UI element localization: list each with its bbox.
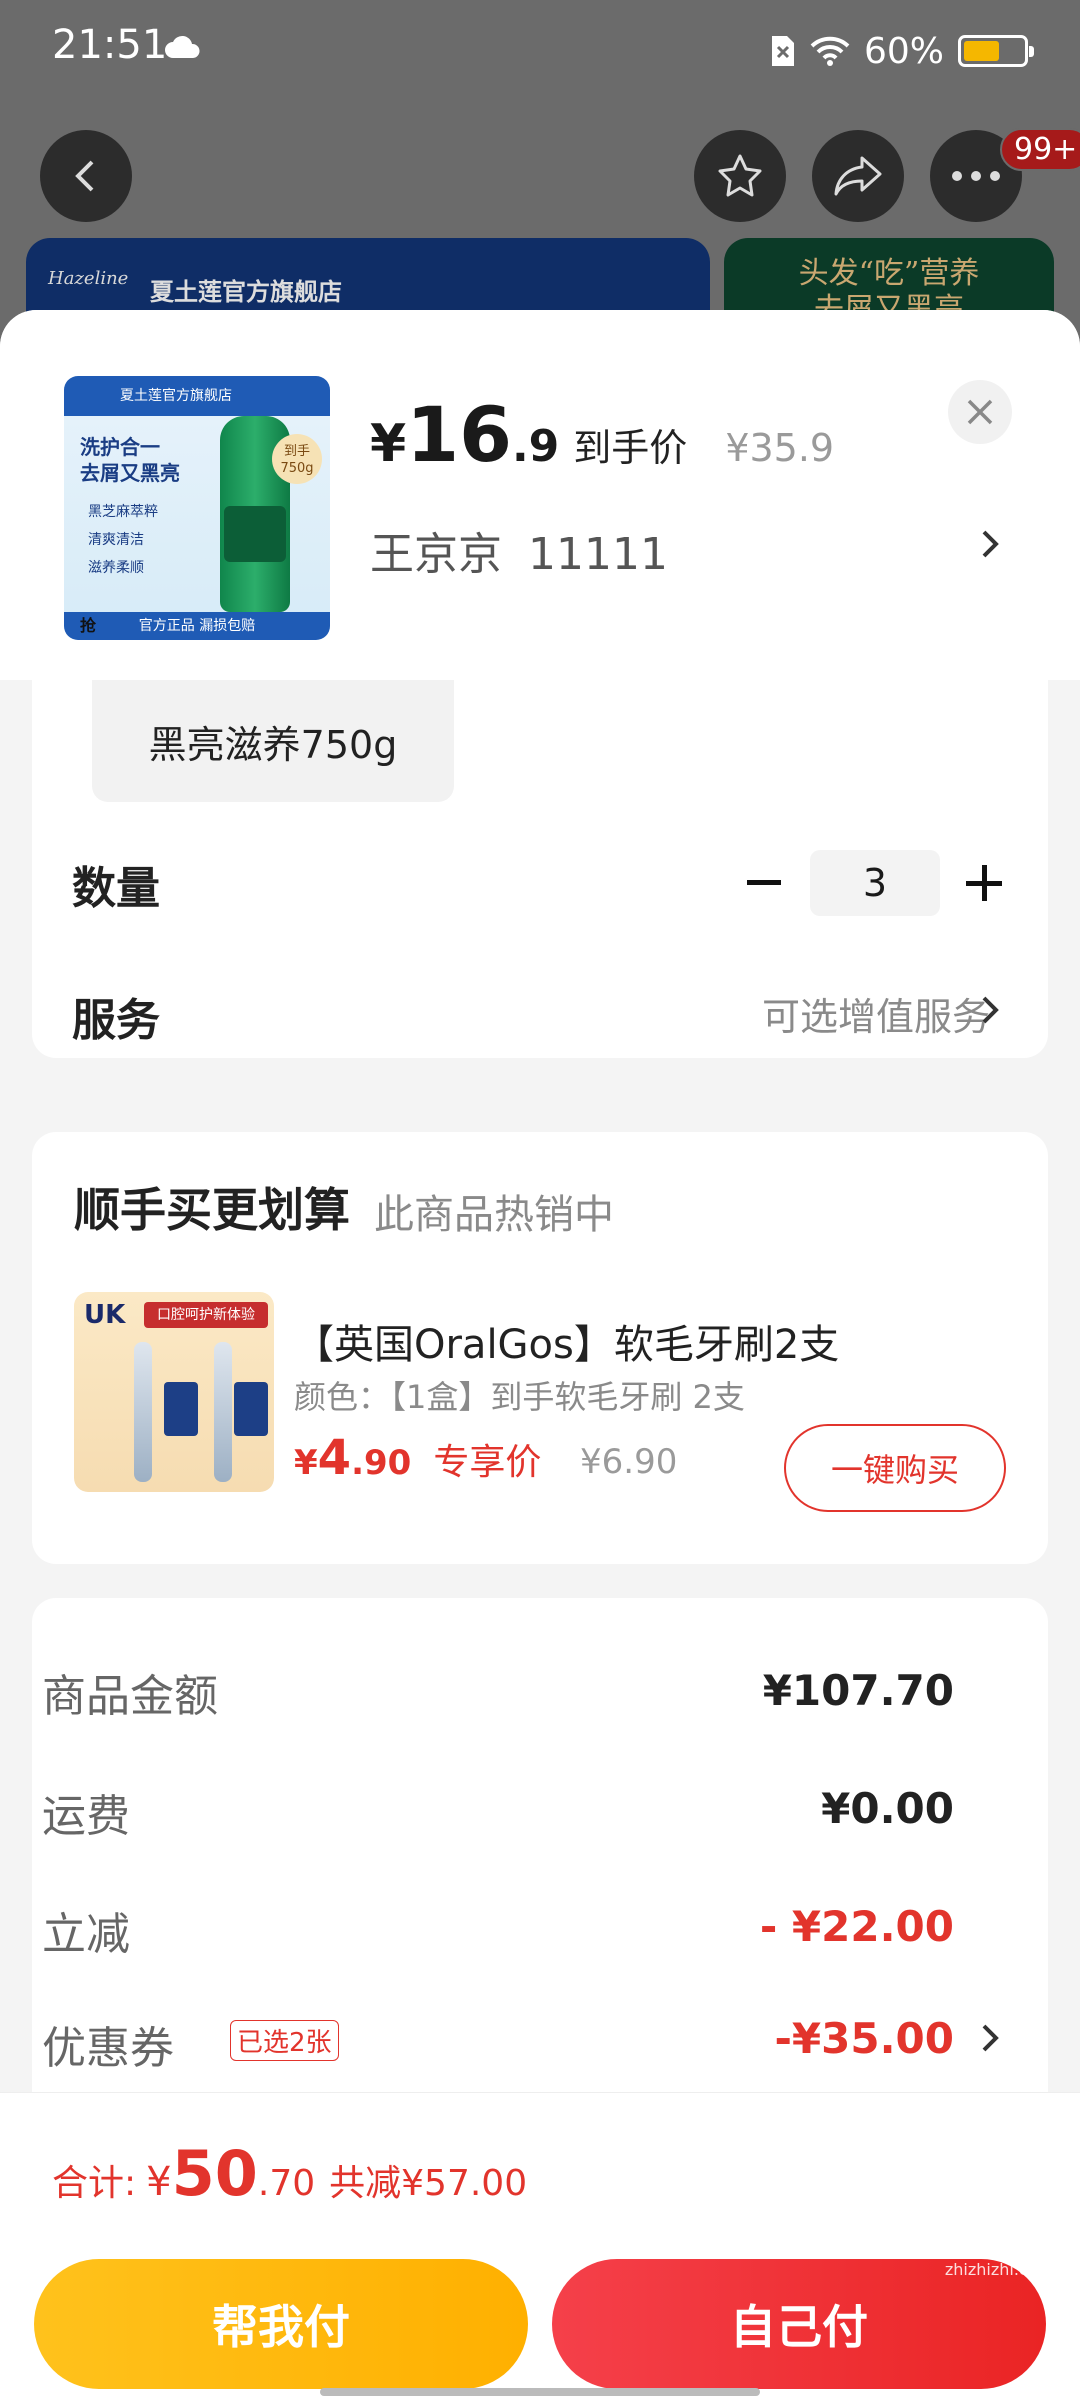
- thumb-shop: 夏土莲官方旗舰店: [64, 376, 330, 416]
- total-symbol: ¥: [146, 2159, 172, 2205]
- quantity-decrease-button[interactable]: [734, 853, 794, 913]
- toothbrush-shape: [134, 1342, 152, 1482]
- thumb-feature: 黑芝麻萃粹: [88, 504, 158, 520]
- battery-percent: 60%: [863, 30, 944, 72]
- image-banner: 口腔呵护新体验: [144, 1302, 268, 1328]
- upsell-price-integer: 4: [317, 1430, 352, 1486]
- back-button[interactable]: [40, 130, 132, 222]
- thumb-headline: 洗护合一 去屑又黑亮: [80, 435, 180, 485]
- toothbrush-shape: [214, 1342, 232, 1482]
- total-label: 合计:: [52, 2163, 137, 2204]
- home-indicator[interactable]: [320, 2388, 760, 2396]
- upsell-price-tag: 专享价: [433, 1442, 542, 1483]
- watermark-text: 值值值: [930, 2209, 1068, 2263]
- price-decimal: .9: [511, 421, 560, 472]
- share-button[interactable]: [812, 130, 904, 222]
- summary-value: ¥0.00: [821, 1784, 954, 1833]
- quantity-stepper[interactable]: 3: [810, 850, 940, 916]
- help-me-pay-button[interactable]: 帮我付: [34, 2259, 528, 2389]
- battery-icon: [958, 35, 1034, 67]
- one-click-buy-button[interactable]: 一键购买: [784, 1424, 1006, 1512]
- summary-label: 立减: [42, 1909, 130, 1960]
- upsell-card: 顺手买更划算 此商品热销中 UK 口腔呵护新体验 【英国OralGos】软毛牙刷…: [32, 1132, 1048, 1564]
- variant-option[interactable]: 黑亮滋养750g: [92, 680, 454, 802]
- total-decimal: .70: [257, 2163, 316, 2204]
- price-integer: 16: [406, 390, 512, 479]
- toothbrush-image[interactable]: UK 口腔呵护新体验: [74, 1292, 274, 1492]
- status-bar: 21:51 60%: [0, 0, 1080, 100]
- package-shape: [234, 1382, 268, 1436]
- battery-level: [964, 41, 999, 61]
- summary-label: 商品金额: [42, 1671, 218, 1722]
- total-savings: 共减¥57.00: [329, 2163, 528, 2204]
- product-thumbnail: 夏土莲官方旗舰店 洗护合一 去屑又黑亮 黑芝麻萃粹 清爽清洁 滋养柔顺 到手 7…: [64, 376, 330, 640]
- upsell-item-spec: 颜色：【1盒】到手软毛牙刷 2支: [294, 1378, 745, 1416]
- thumb-bottom-text: 官方正品 漏损包赔: [138, 618, 256, 634]
- upsell-item-title[interactable]: 【英国OralGos】软毛牙刷2支: [294, 1312, 839, 1370]
- chevron-right-icon[interactable]: [978, 524, 1002, 564]
- star-icon: [718, 154, 762, 197]
- close-icon: [967, 399, 993, 425]
- quantity-label: 数量: [72, 863, 160, 914]
- cloud-icon: [165, 35, 200, 58]
- sheet-header: 夏土莲官方旗舰店 洗护合一 去屑又黑亮 黑芝麻萃粹 清爽清洁 滋养柔顺 到手 7…: [0, 310, 1080, 680]
- thumb-sticker: 到手 750g: [272, 434, 322, 484]
- summary-label: 运费: [42, 1791, 130, 1842]
- chevron-left-icon: [75, 160, 94, 192]
- thumb-features: 黑芝麻萃粹 清爽清洁 滋养柔顺: [88, 498, 158, 582]
- thumb-feature: 清爽清洁: [88, 532, 144, 548]
- package-shape: [164, 1382, 198, 1436]
- bottle-label: [224, 506, 286, 562]
- address-code: 11111: [528, 529, 668, 580]
- discount-value: - ¥22.00: [759, 1902, 954, 1951]
- total-integer: 50: [171, 2137, 258, 2210]
- message-badge: 99+: [1000, 128, 1080, 171]
- original-price: ¥35.9: [725, 426, 835, 470]
- status-time: 21:51: [52, 22, 168, 68]
- upsell-price: ¥ 4 .90 专享价: [294, 1430, 541, 1486]
- upsell-title: 顺手买更划算: [74, 1183, 350, 1237]
- close-button[interactable]: [948, 380, 1012, 444]
- share-icon: [834, 156, 882, 196]
- chevron-right-icon[interactable]: [978, 2018, 1002, 2058]
- address-name: 王京京: [370, 529, 502, 580]
- checkout-bar: 合计: ¥ 50 .70 共减¥57.00 帮我付 自己付: [0, 2092, 1080, 2401]
- order-total: 合计: ¥ 50 .70 共减¥57.00: [52, 2137, 527, 2210]
- brand-logo: Hazeline: [48, 268, 129, 289]
- watermark: 值值值 zhizhizhi.com: [930, 2212, 1068, 2280]
- shop-name: 夏土莲官方旗舰店: [150, 278, 342, 306]
- wifi-icon: [810, 36, 850, 66]
- upsell-price-symbol: ¥: [294, 1443, 318, 1483]
- watermark-sub: zhizhizhi.com: [944, 2260, 1054, 2279]
- thumb-bottom-bar: 抢 官方正品 漏损包赔: [64, 612, 330, 640]
- status-right: 60%: [770, 26, 1034, 76]
- more-dots-icon: [952, 171, 1000, 181]
- service-label: 服务: [72, 995, 160, 1046]
- thumb-feature: 滋养柔顺: [88, 560, 144, 576]
- thumb-badge: 抢: [80, 616, 97, 635]
- product-price: ¥ 16 .9 到手价 ¥35.9: [370, 390, 835, 479]
- address-selector[interactable]: 王京京 11111: [370, 518, 668, 582]
- upsell-original-price: ¥6.90: [580, 1442, 678, 1482]
- price-tag: 到手价: [573, 426, 688, 470]
- quantity-increase-button[interactable]: [954, 850, 1014, 916]
- image-uk-label: UK: [84, 1300, 126, 1330]
- price-symbol: ¥: [370, 414, 407, 474]
- coupon-label[interactable]: 优惠券: [42, 2012, 174, 2076]
- service-option[interactable]: 可选增值服务: [762, 986, 990, 1041]
- coupon-badge: 已选2张: [230, 2020, 339, 2061]
- favorite-button[interactable]: [694, 130, 786, 222]
- plus-icon: [966, 865, 1002, 901]
- summary-value: ¥107.70: [762, 1666, 954, 1715]
- sim-icon: [771, 36, 794, 66]
- chevron-right-icon[interactable]: [978, 990, 1002, 1030]
- upsell-price-decimal: .90: [351, 1443, 412, 1483]
- coupon-value[interactable]: -¥35.00: [774, 2014, 954, 2063]
- upsell-subtitle: 此商品热销中: [374, 1192, 614, 1238]
- minus-icon: [747, 880, 781, 885]
